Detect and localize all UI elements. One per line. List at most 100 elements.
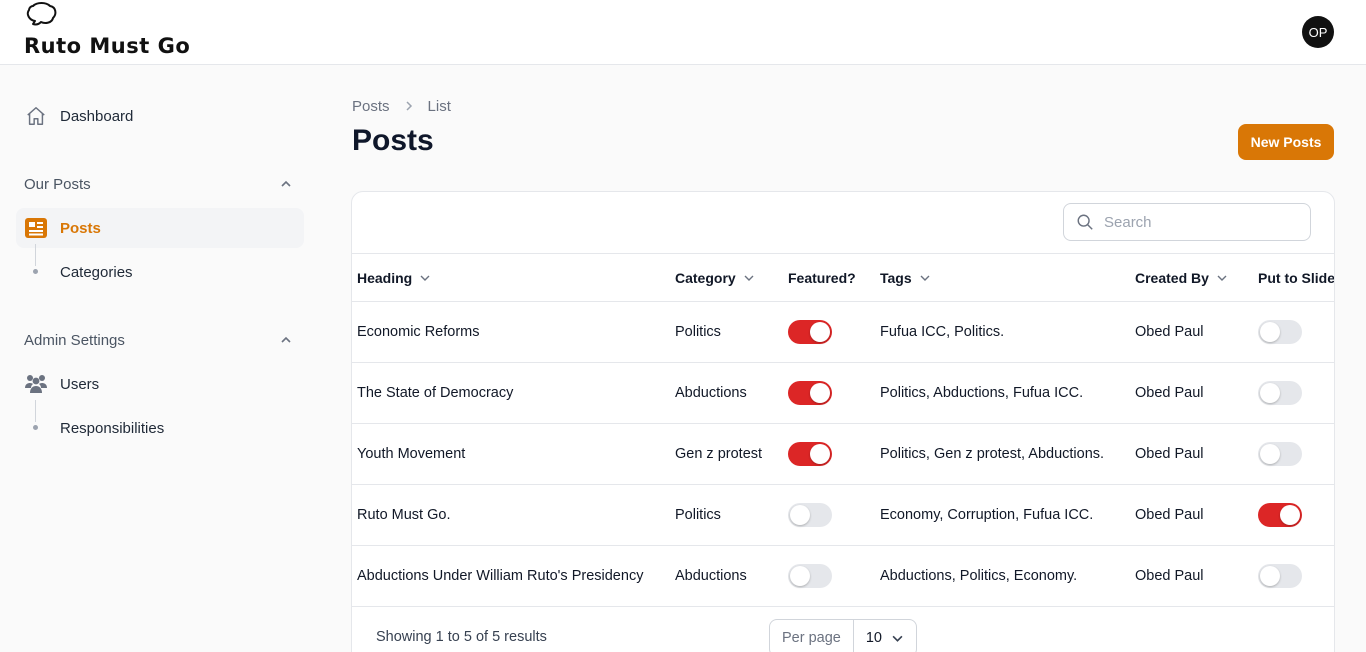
home-icon <box>24 104 48 128</box>
toggle-knob <box>1260 566 1280 586</box>
cell-tags: Fufua ICC, Politics. <box>880 324 1005 340</box>
table-row[interactable]: The State of Democracy Abductions Politics… <box>352 363 1334 424</box>
top-bar: Ruto Must Go OP <box>0 0 1366 65</box>
search-icon <box>1077 214 1093 230</box>
slide-toggle[interactable] <box>1258 320 1302 344</box>
cell-featured <box>788 546 832 606</box>
toggle-knob <box>1260 383 1280 403</box>
table-row[interactable]: Abductions Under William Ruto's Presiden… <box>352 546 1334 607</box>
cell-heading: Ruto Must Go. <box>357 507 451 523</box>
column-label: Category <box>675 270 736 286</box>
slide-toggle[interactable] <box>1258 564 1302 588</box>
chevron-right-icon <box>405 101 412 111</box>
new-posts-button[interactable]: New Posts <box>1238 124 1334 160</box>
breadcrumb: Posts List <box>352 96 451 116</box>
featured-toggle[interactable] <box>788 320 832 344</box>
cell-category: Abductions <box>675 385 747 401</box>
sidebar-item-label: Posts <box>60 219 101 237</box>
featured-toggle[interactable] <box>788 564 832 588</box>
brand-name: Ruto Must Go <box>24 34 191 58</box>
sidebar-item-posts[interactable]: Posts <box>16 208 304 248</box>
chevron-up-icon <box>281 180 291 187</box>
column-put-to-slide: Put to Slide <box>1258 254 1335 302</box>
page-title: Posts <box>352 124 434 157</box>
table-row[interactable]: Youth Movement Gen z protest Politics, Gen… <box>352 424 1334 485</box>
cell-featured <box>788 302 832 362</box>
search-input[interactable]: Search <box>1063 203 1311 241</box>
sidebar-item-users[interactable]: Users <box>16 364 304 404</box>
column-category[interactable]: Category <box>675 254 754 302</box>
user-avatar[interactable]: OP <box>1302 16 1334 48</box>
cell-created-by: Obed Paul <box>1135 446 1204 462</box>
cell-category: Gen z protest <box>675 446 763 462</box>
column-label: Created By <box>1135 270 1209 286</box>
column-tags[interactable]: Tags <box>880 254 930 302</box>
chevron-down-icon <box>1217 275 1227 281</box>
users-icon <box>24 372 48 396</box>
featured-toggle[interactable] <box>788 503 832 527</box>
slide-toggle[interactable] <box>1258 381 1302 405</box>
sidebar-group-our-posts[interactable]: Our Posts <box>24 173 304 195</box>
per-page-select[interactable]: Per page 10 <box>769 619 917 652</box>
cell-category: Abductions <box>675 568 747 584</box>
sidebar-item-label: Users <box>60 375 100 393</box>
cell-tags: Economy, Corruption, Fufua ICC. <box>880 507 1094 523</box>
column-heading[interactable]: Heading <box>357 254 430 302</box>
chevron-down-icon <box>920 275 930 281</box>
sidebar-item-responsibilities[interactable]: Responsibilities <box>16 400 304 448</box>
cell-featured <box>788 485 832 545</box>
brand-logo[interactable]: Ruto Must Go <box>24 2 190 62</box>
group-label: Admin Settings <box>24 331 125 349</box>
cell-created-by: Obed Paul <box>1135 507 1204 523</box>
toggle-knob <box>1280 505 1300 525</box>
newspaper-icon <box>24 216 48 240</box>
chevron-up-icon <box>281 336 291 343</box>
column-label: Featured? <box>788 270 856 286</box>
cell-created-by: Obed Paul <box>1135 324 1204 340</box>
table-row[interactable]: Economic Reforms Politics Fufua ICC, Polit… <box>352 302 1334 363</box>
toggle-knob <box>810 322 830 342</box>
speech-bubble-logo-icon <box>26 2 57 26</box>
cell-heading: Youth Movement <box>357 446 466 462</box>
group-label: Our Posts <box>24 175 91 193</box>
sidebar-item-label: Categories <box>60 263 133 281</box>
cell-tags: Abductions, Politics, Economy. <box>880 568 1078 584</box>
slide-toggle[interactable] <box>1258 503 1302 527</box>
per-page-value[interactable]: 10 <box>854 630 903 646</box>
table-row[interactable]: Ruto Must Go. Politics Economy, Corruption… <box>352 485 1334 546</box>
column-label: Heading <box>357 270 413 286</box>
featured-toggle[interactable] <box>788 442 832 466</box>
toggle-knob <box>1260 444 1280 464</box>
per-page-selected: 10 <box>865 630 882 646</box>
cell-created-by: Obed Paul <box>1135 385 1204 401</box>
cell-heading: Abductions Under William Ruto's Presiden… <box>357 568 644 584</box>
cell-heading: The State of Democracy <box>357 385 514 401</box>
tree-dot-icon <box>24 244 48 292</box>
sidebar: Dashboard Our Posts Posts Categories Adm… <box>0 65 328 652</box>
cell-put-to-slide <box>1258 302 1302 362</box>
cell-put-to-slide <box>1258 546 1302 606</box>
column-label: Put to Slide <box>1258 270 1335 286</box>
column-featured: Featured? <box>788 254 856 302</box>
cell-featured <box>788 424 832 484</box>
sidebar-item-label: Responsibilities <box>60 419 165 437</box>
slide-toggle[interactable] <box>1258 442 1302 466</box>
column-created-by[interactable]: Created By <box>1135 254 1227 302</box>
breadcrumb-posts-link[interactable]: Posts <box>352 98 390 115</box>
sidebar-item-dashboard[interactable]: Dashboard <box>16 96 304 136</box>
chevron-down-icon <box>420 275 430 281</box>
toggle-knob <box>1260 322 1280 342</box>
cell-put-to-slide <box>1258 363 1302 423</box>
sidebar-item-categories[interactable]: Categories <box>16 244 304 292</box>
sidebar-item-label: Dashboard <box>60 107 134 125</box>
sidebar-group-admin-settings[interactable]: Admin Settings <box>24 329 304 351</box>
toggle-knob <box>790 566 810 586</box>
per-page-label: Per page <box>770 620 854 652</box>
cell-tags: Politics, Gen z protest, Abductions. <box>880 446 1105 462</box>
cell-put-to-slide <box>1258 485 1302 545</box>
toggle-knob <box>810 383 830 403</box>
cell-created-by: Obed Paul <box>1135 568 1204 584</box>
search-placeholder: Search <box>1104 213 1152 231</box>
featured-toggle[interactable] <box>788 381 832 405</box>
breadcrumb-current: List <box>427 97 451 115</box>
